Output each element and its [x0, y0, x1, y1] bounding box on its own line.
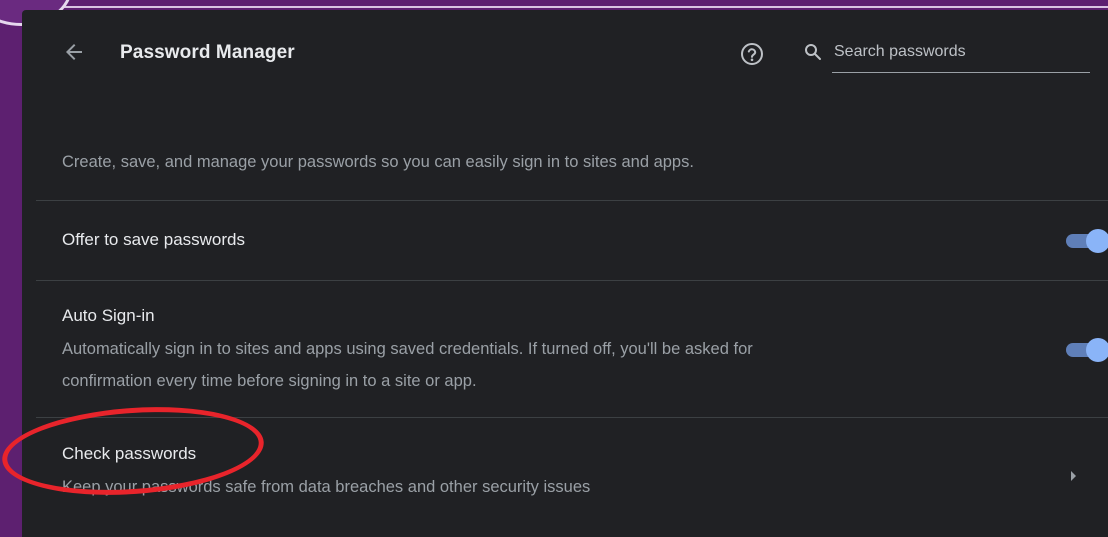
- offer-to-save-toggle[interactable]: [1066, 228, 1108, 254]
- chevron-right-icon[interactable]: [1067, 469, 1081, 483]
- page-title: Password Manager: [120, 42, 295, 63]
- auto-sign-in-toggle[interactable]: [1066, 337, 1108, 363]
- check-passwords-row[interactable]: Check passwords Keep your passwords safe…: [36, 418, 1108, 537]
- offer-to-save-row[interactable]: Offer to save passwords: [36, 201, 1108, 279]
- search-input[interactable]: [832, 38, 1090, 73]
- setting-title: Offer to save passwords: [62, 230, 245, 249]
- page-header: Password Manager: [22, 10, 1108, 100]
- toggle-knob: [1086, 338, 1108, 362]
- setting-description: Keep your passwords safe from data breac…: [62, 478, 591, 496]
- frame-border-line: [0, 6, 1108, 8]
- search-box: [802, 38, 1092, 74]
- setting-title: Auto Sign-in: [62, 306, 155, 325]
- setting-description-line1: Automatically sign in to sites and apps …: [62, 340, 753, 358]
- page-description: Create, save, and manage your passwords …: [62, 153, 694, 171]
- toggle-knob: [1086, 229, 1108, 253]
- setting-title: Check passwords: [62, 444, 197, 463]
- search-icon: [804, 43, 822, 61]
- setting-description-line2: confirmation every time before signing i…: [62, 372, 477, 390]
- arrow-left-icon[interactable]: [62, 40, 86, 64]
- settings-panel: Password Manager Create, save, and manag…: [22, 10, 1108, 537]
- auto-sign-in-row[interactable]: Auto Sign-in Automatically sign in to si…: [36, 281, 1108, 417]
- help-circle-icon[interactable]: [738, 40, 766, 68]
